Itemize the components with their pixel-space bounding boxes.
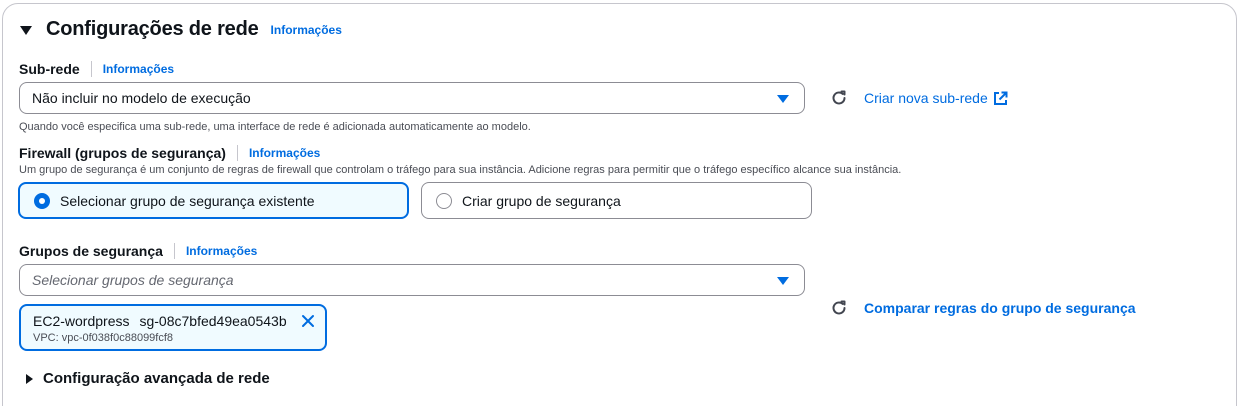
- security-groups-select[interactable]: Selecionar grupos de segurança: [19, 264, 805, 296]
- caret-down-icon[interactable]: [20, 26, 32, 35]
- radio-tile-create-group[interactable]: Criar grupo de segurança: [421, 182, 812, 219]
- subnet-info-link[interactable]: Informações: [103, 62, 174, 76]
- network-settings-header[interactable]: Configurações de rede Informações: [20, 18, 342, 41]
- radio-tile-select-existing[interactable]: Selecionar grupo de segurança existente: [18, 182, 409, 219]
- firewall-help-text: Um grupo de segurança é um conjunto de r…: [19, 164, 902, 176]
- firewall-info-link[interactable]: Informações: [249, 146, 320, 160]
- close-icon[interactable]: [301, 314, 315, 328]
- divider: [236, 145, 238, 161]
- advanced-network-config-toggle[interactable]: Configuração avançada de rede: [26, 370, 270, 387]
- security-groups-label-row: Grupos de segurança Informações: [19, 243, 257, 259]
- dropdown-arrow-icon: [777, 277, 789, 285]
- firewall-label-row: Firewall (grupos de segurança) Informaçõ…: [19, 145, 320, 161]
- create-subnet-link[interactable]: Criar nova sub-rede: [830, 89, 1008, 107]
- security-groups-info-link[interactable]: Informações: [186, 244, 257, 258]
- divider: [90, 61, 92, 77]
- firewall-label: Firewall (grupos de segurança): [19, 145, 226, 161]
- security-groups-placeholder: Selecionar grupos de segurança: [32, 272, 234, 288]
- refresh-icon[interactable]: [830, 89, 848, 107]
- subnet-label-row: Sub-rede Informações: [19, 61, 174, 77]
- option-create-label: Criar grupo de segurança: [462, 192, 621, 209]
- dropdown-arrow-icon: [777, 95, 789, 103]
- radio-selected-icon[interactable]: [34, 192, 50, 209]
- security-groups-label: Grupos de segurança: [19, 243, 163, 259]
- token-group-id: sg-08c7bfed49ea0543b: [139, 313, 287, 329]
- token-vpc: VPC: vpc-0f038f0c88099fcf8: [33, 332, 174, 344]
- advanced-label: Configuração avançada de rede: [43, 370, 270, 387]
- compare-rules-link[interactable]: Comparar regras do grupo de segurança: [830, 299, 1136, 317]
- create-subnet-label[interactable]: Criar nova sub-rede: [864, 90, 988, 106]
- caret-right-icon[interactable]: [26, 373, 33, 384]
- token-group-name: EC2-wordpress: [33, 313, 130, 329]
- subnet-help-text: Quando você especifica uma sub-rede, uma…: [19, 121, 531, 133]
- option-existing-label: Selecionar grupo de segurança existente: [60, 192, 315, 209]
- section-title: Configurações de rede: [46, 18, 259, 40]
- subnet-select[interactable]: Não incluir no modelo de execução: [19, 82, 805, 114]
- section-info-link[interactable]: Informações: [271, 23, 342, 37]
- subnet-label: Sub-rede: [19, 61, 80, 77]
- compare-rules-label[interactable]: Comparar regras do grupo de segurança: [864, 300, 1136, 316]
- external-link-icon: [993, 91, 1008, 105]
- subnet-selected-value: Não incluir no modelo de execução: [32, 90, 251, 106]
- radio-unselected-icon[interactable]: [436, 192, 452, 209]
- security-group-token: EC2-wordpress sg-08c7bfed49ea0543b VPC: …: [19, 304, 327, 351]
- refresh-icon[interactable]: [830, 299, 848, 317]
- divider: [173, 243, 175, 259]
